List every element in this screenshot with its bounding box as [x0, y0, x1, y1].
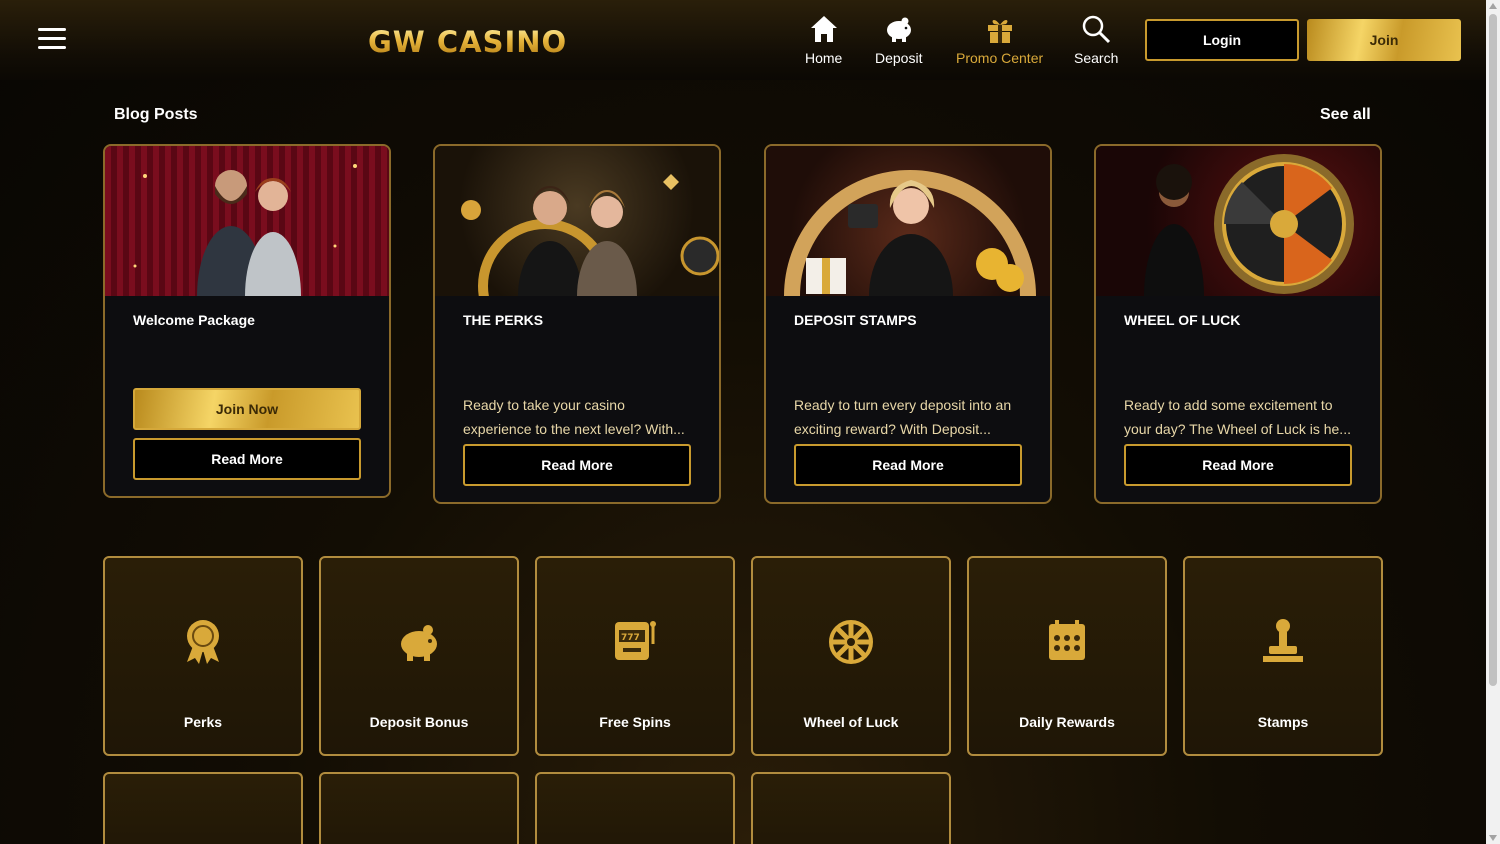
medal-icon — [187, 620, 219, 664]
piggy-bank-icon — [401, 625, 437, 661]
search-icon — [1082, 15, 1111, 44]
promo-tile-stamps[interactable]: Stamps — [1183, 556, 1383, 756]
logo[interactable]: GW CASINO — [368, 24, 567, 60]
promo-tile-wheel-of-luck[interactable]: Wheel of Luck — [751, 556, 951, 756]
wheel-of-luck-image — [1096, 146, 1380, 296]
svg-text:777: 777 — [621, 633, 640, 643]
promo-tile-partial[interactable] — [103, 772, 303, 844]
blog-card-description: Ready to turn every deposit into an exci… — [794, 397, 1012, 437]
read-more-button[interactable]: Read More — [1124, 444, 1352, 486]
see-all-link[interactable]: See all — [1320, 106, 1371, 124]
nav-deposit[interactable]: Deposit — [875, 14, 922, 66]
promo-tile-label: Deposit Bonus — [369, 714, 469, 730]
blog-card-welcome: Welcome Package Join Now Read More — [103, 144, 391, 498]
nav-home[interactable]: Home — [805, 14, 842, 66]
read-more-button[interactable]: Read More — [794, 444, 1022, 486]
nav-deposit-label: Deposit — [875, 50, 923, 66]
welcome-package-image — [105, 146, 389, 296]
nav-promo-center[interactable]: Promo Center — [956, 14, 1043, 66]
deposit-stamps-image — [766, 146, 1050, 296]
join-button[interactable]: Join — [1307, 19, 1461, 61]
join-now-button[interactable]: Join Now — [133, 388, 361, 430]
promo-tile-label: Free Spins — [599, 714, 671, 730]
promo-tile-label: Wheel of Luck — [803, 714, 899, 730]
scroll-thumb[interactable] — [1489, 14, 1497, 686]
promo-tile-partial[interactable] — [751, 772, 951, 844]
blog-card-description: Ready to take your casino experience to … — [463, 397, 685, 437]
slot-machine-icon: 777 — [615, 621, 656, 660]
blog-card-title: Welcome Package — [133, 312, 255, 328]
nav-search[interactable]: Search — [1074, 14, 1118, 66]
blog-card-deposit-stamps: DEPOSIT STAMPS Ready to turn every depos… — [764, 144, 1052, 504]
read-more-button[interactable]: Read More — [133, 438, 361, 480]
blog-card-perks: THE PERKS Ready to take your casino expe… — [433, 144, 721, 504]
scroll-down-arrow-icon[interactable] — [1489, 835, 1497, 841]
nav-home-label: Home — [805, 50, 843, 66]
promo-tile-label: Perks — [183, 714, 223, 730]
promo-tile-partial[interactable] — [319, 772, 519, 844]
scroll-up-arrow-icon[interactable] — [1489, 3, 1497, 9]
gift-icon — [987, 19, 1012, 43]
promo-tile-label: Stamps — [1257, 714, 1309, 730]
promo-tile-label: Daily Rewards — [1019, 714, 1115, 730]
blog-card-title: DEPOSIT STAMPS — [794, 312, 917, 328]
promo-tile-perks[interactable]: Perks — [103, 556, 303, 756]
perks-image — [435, 146, 719, 296]
blog-card-title: THE PERKS — [463, 312, 544, 328]
promo-tile-deposit-bonus[interactable]: Deposit Bonus — [319, 556, 519, 756]
top-header: GW CASINO Home Deposit Promo Center Sear… — [0, 0, 1486, 80]
promo-tile-free-spins[interactable]: 777 Free Spins — [535, 556, 735, 756]
piggy-bank-icon — [886, 17, 911, 42]
blog-section-title: Blog Posts — [114, 106, 198, 123]
blog-card-title: WHEEL OF LUCK — [1124, 312, 1241, 328]
wheel-icon — [829, 620, 873, 664]
scrollbar[interactable] — [1486, 0, 1500, 844]
promo-tile-daily-rewards[interactable]: Daily Rewards — [967, 556, 1167, 756]
blog-card-wheel-of-luck: WHEEL OF LUCK Ready to add some exciteme… — [1094, 144, 1382, 504]
home-icon — [810, 16, 837, 42]
login-button[interactable]: Login — [1145, 19, 1299, 61]
calendar-icon — [1049, 620, 1085, 660]
menu-icon[interactable] — [38, 28, 66, 52]
logo-text: GW CASINO — [368, 25, 568, 59]
blog-card-description: Ready to add some excitement to your day… — [1124, 397, 1351, 437]
nav-promo-label: Promo Center — [956, 50, 1044, 66]
stamp-icon — [1263, 619, 1303, 662]
read-more-button[interactable]: Read More — [463, 444, 691, 486]
promo-tile-partial[interactable] — [535, 772, 735, 844]
nav-search-label: Search — [1074, 50, 1119, 66]
